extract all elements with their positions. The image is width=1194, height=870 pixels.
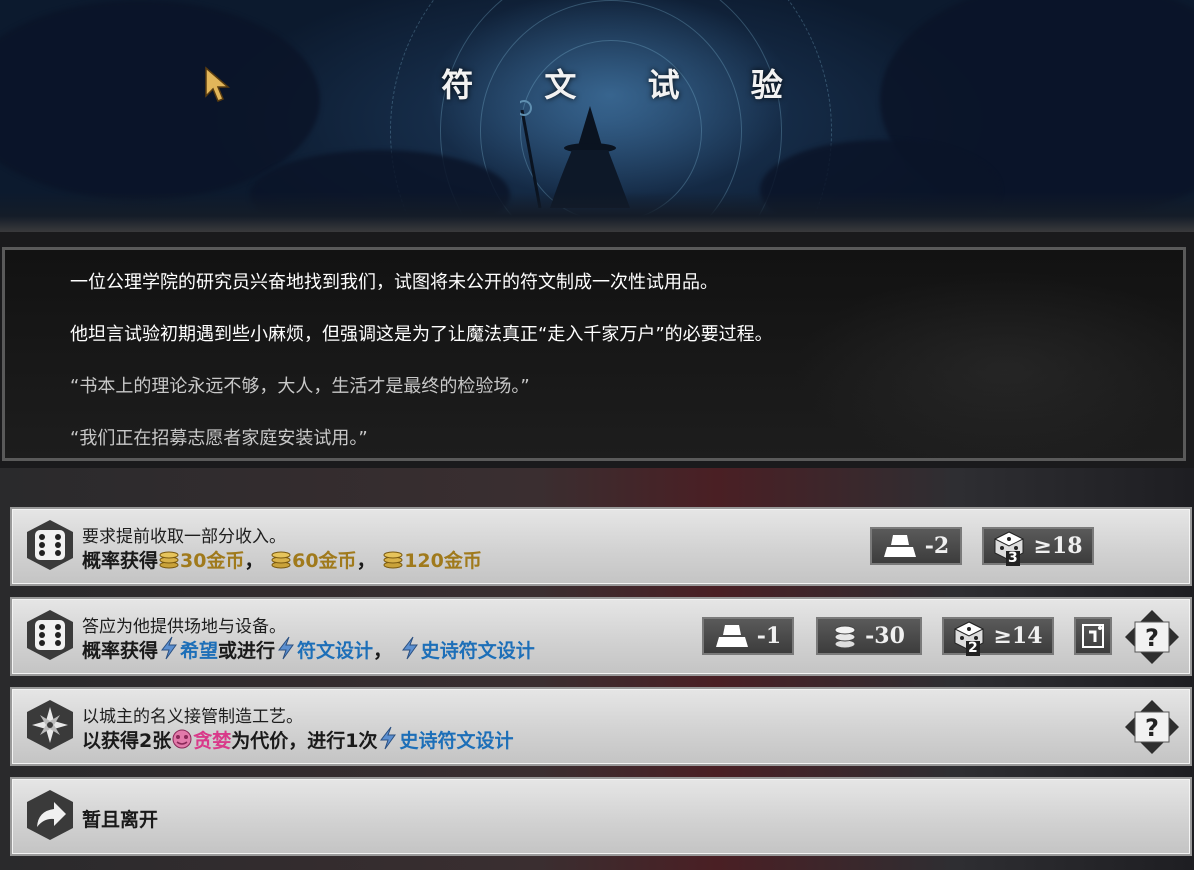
- separator: ，: [356, 550, 376, 572]
- help-button[interactable]: ?: [1124, 609, 1180, 665]
- choice-reward-line: 概率获得 希望或进行 符文设计， 史诗符文设计: [82, 636, 535, 663]
- choice-take-over[interactable]: 以城主的名义接管制造工艺。 以获得2张 贪婪为代价，进行1次 史诗符文设计 ?: [10, 687, 1192, 766]
- separator: ，: [373, 640, 393, 662]
- event-title: 符 文 试 验: [441, 66, 813, 104]
- cost-badge-anvil: -2: [870, 527, 962, 565]
- reward-gold: 60金币: [292, 550, 357, 572]
- cost-badge-anvil: -1: [702, 617, 794, 655]
- reward-hope: 希望: [180, 640, 219, 662]
- gold-coin-icon: [159, 551, 179, 569]
- description-line: 一位公理学院的研究员兴奋地找到我们，试图将未公开的符文制成一次性试用品。: [70, 272, 718, 293]
- event-banner: 符 文 试 验: [0, 0, 1194, 232]
- help-label: ?: [1145, 624, 1159, 652]
- choice-text: 要求提前收取一部分收入。: [82, 527, 286, 547]
- rune-icon: [380, 726, 397, 750]
- dice-icon: [27, 520, 73, 570]
- cost-greed: 贪婪: [193, 730, 232, 752]
- card-button[interactable]: [1074, 617, 1112, 655]
- coin-stack-icon: [834, 625, 856, 649]
- greed-icon: [172, 729, 192, 749]
- badge-value: -2: [924, 533, 950, 559]
- separator: ，: [244, 550, 264, 572]
- reward-prefix: 概率获得: [82, 640, 159, 662]
- choice-provide-venue[interactable]: 答应为他提供场地与设备。 概率获得 希望或进行 符文设计， 史诗符文设计 -1 -3…: [10, 597, 1192, 676]
- badge-value: -30: [865, 623, 905, 649]
- dice-count: 3: [1006, 550, 1020, 566]
- choice-reward-line: 以获得2张 贪婪为代价，进行1次 史诗符文设计: [82, 726, 514, 753]
- mouse-cursor-icon: [205, 66, 230, 102]
- check-badge-dice: 2 ≥14: [942, 617, 1054, 656]
- anvil-icon: [715, 625, 748, 647]
- gold-coin-icon: [271, 551, 291, 569]
- badge-value: -1: [756, 623, 782, 649]
- rune-icon: [401, 636, 418, 660]
- reward-prefix: 概率获得: [82, 550, 159, 572]
- card-icon: [1082, 624, 1104, 648]
- choice-advance-income[interactable]: 要求提前收取一部分收入。 概率获得 30金币， 60金币， 120金币 -2 3 …: [10, 507, 1192, 586]
- badge-value: ≥14: [993, 623, 1043, 649]
- reward-connector: 或进行: [218, 640, 276, 662]
- check-badge-dice: 3 ≥18: [982, 527, 1094, 566]
- reward-gold: 30金币: [180, 550, 245, 572]
- description-line: 他坦言试验初期遇到些小麻烦，但强调这是为了让魔法真正“走入千家万户”的必要过程。: [70, 324, 773, 345]
- leave-arrow-icon: [27, 790, 73, 840]
- help-button[interactable]: ?: [1124, 699, 1180, 755]
- reward-prefix: 以获得2张: [82, 730, 172, 752]
- choice-leave[interactable]: 暂且离开: [10, 777, 1192, 856]
- choice-text: 以城主的名义接管制造工艺。: [82, 707, 303, 727]
- dice-icon: [27, 610, 73, 660]
- reward-connector: 为代价，进行1次: [231, 730, 378, 752]
- gold-coin-icon: [383, 551, 403, 569]
- reward-epic-rune-design: 史诗符文设计: [420, 640, 535, 662]
- choice-reward-line: 概率获得 30金币， 60金币， 120金币: [82, 546, 482, 573]
- badge-value: ≥18: [1033, 533, 1083, 559]
- reward-epic-rune-design: 史诗符文设计: [399, 730, 514, 752]
- description-quote: “书本上的理论永远不够，大人，生活才是最终的检验场。”: [70, 376, 530, 397]
- description-quote: “我们正在招募志愿者家庭安装试用。”: [70, 428, 368, 449]
- cost-badge-coins: -30: [816, 617, 922, 655]
- dice-count: 2: [966, 640, 980, 656]
- reward-gold: 120金币: [404, 550, 482, 572]
- choice-leave-label: 暂且离开: [82, 809, 159, 831]
- rune-icon: [161, 636, 177, 660]
- rune-icon: [278, 636, 295, 660]
- help-label: ?: [1145, 714, 1159, 742]
- reward-rune-design: 符文设计: [297, 640, 374, 662]
- choice-text: 答应为他提供场地与设备。: [82, 617, 286, 637]
- event-description: 一位公理学院的研究员兴奋地找到我们，试图将未公开的符文制成一次性试用品。 他坦言…: [2, 247, 1186, 461]
- anvil-icon: [883, 535, 916, 557]
- shuriken-icon: [27, 700, 73, 750]
